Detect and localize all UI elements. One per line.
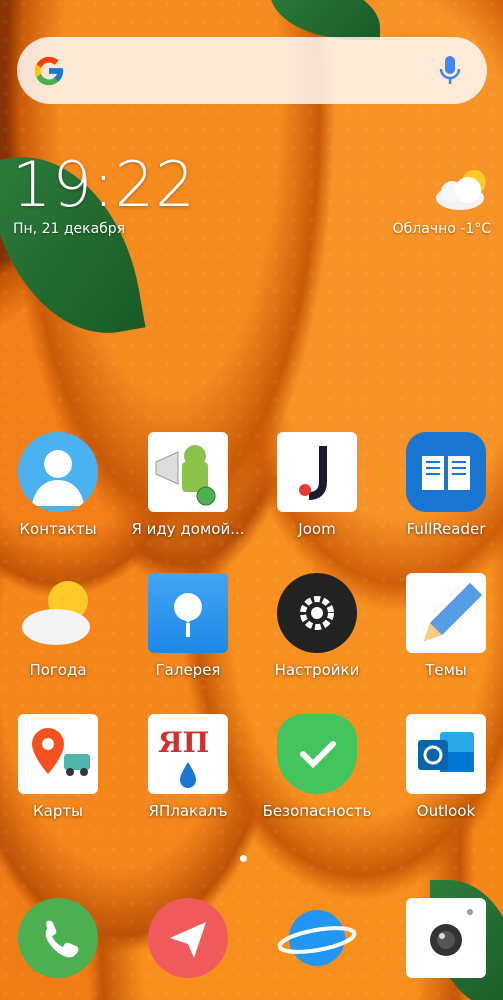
- app-label: ЯПлакалъ: [148, 802, 228, 820]
- android-megaphone-icon: [148, 432, 228, 512]
- dock-browser[interactable]: [257, 898, 377, 978]
- app-outlook[interactable]: Outlook: [386, 714, 503, 820]
- messages-icon: [148, 898, 228, 978]
- camera-icon: [406, 898, 486, 978]
- app-label: Я иду домой...: [131, 520, 245, 538]
- gallery-icon: [148, 573, 228, 653]
- cloud-sun-icon[interactable]: [430, 168, 494, 212]
- app-label: Outlook: [416, 802, 476, 820]
- app-label: Погода: [29, 661, 87, 679]
- book-icon: [406, 432, 486, 512]
- weather-text[interactable]: Облачно -1°C: [393, 221, 491, 237]
- clock-date[interactable]: Пн, 21 декабря: [13, 221, 125, 237]
- yaplakal-icon: ЯП: [148, 714, 228, 794]
- app-label: FullReader: [406, 520, 486, 538]
- gear-icon: [277, 573, 357, 653]
- app-label: Настройки: [274, 661, 360, 679]
- app-label: Joom: [298, 520, 336, 538]
- phone-icon: [18, 898, 98, 978]
- app-themes[interactable]: Темы: [386, 573, 503, 679]
- google-icon[interactable]: [32, 54, 66, 88]
- dock-camera[interactable]: [386, 898, 503, 978]
- shield-check-icon: [277, 714, 357, 794]
- app-gallery[interactable]: Галерея: [128, 573, 248, 679]
- app-settings[interactable]: Настройки: [257, 573, 377, 679]
- weather-app-icon: [18, 573, 98, 653]
- app-label: Контакты: [19, 520, 97, 538]
- clock-time[interactable]: 19:22: [12, 150, 196, 220]
- dock-phone[interactable]: [0, 898, 118, 978]
- app-weather[interactable]: Погода: [0, 573, 118, 679]
- page-indicator[interactable]: [240, 855, 247, 862]
- outlook-icon: [406, 714, 486, 794]
- app-contacts[interactable]: Контакты: [0, 432, 118, 538]
- contacts-icon: [18, 432, 98, 512]
- app-label: Темы: [425, 661, 467, 679]
- app-ya-idu-domoy[interactable]: Я иду домой...: [128, 432, 248, 538]
- app-joom[interactable]: Joom: [257, 432, 377, 538]
- map-pin-icon: [18, 714, 98, 794]
- joom-icon: [277, 432, 357, 512]
- mic-icon[interactable]: [438, 54, 462, 86]
- search-bar[interactable]: [17, 37, 487, 104]
- app-maps[interactable]: Карты: [0, 714, 118, 820]
- browser-icon: [277, 898, 357, 978]
- app-label: Галерея: [155, 661, 221, 679]
- app-fullreader[interactable]: FullReader: [386, 432, 503, 538]
- app-label: Карты: [33, 802, 83, 820]
- app-security[interactable]: Безопасность: [257, 714, 377, 820]
- dock-messages[interactable]: [128, 898, 248, 978]
- app-yaplakal[interactable]: ЯП ЯПлакалъ: [128, 714, 248, 820]
- pencil-icon: [406, 573, 486, 653]
- app-label: Безопасность: [262, 802, 372, 820]
